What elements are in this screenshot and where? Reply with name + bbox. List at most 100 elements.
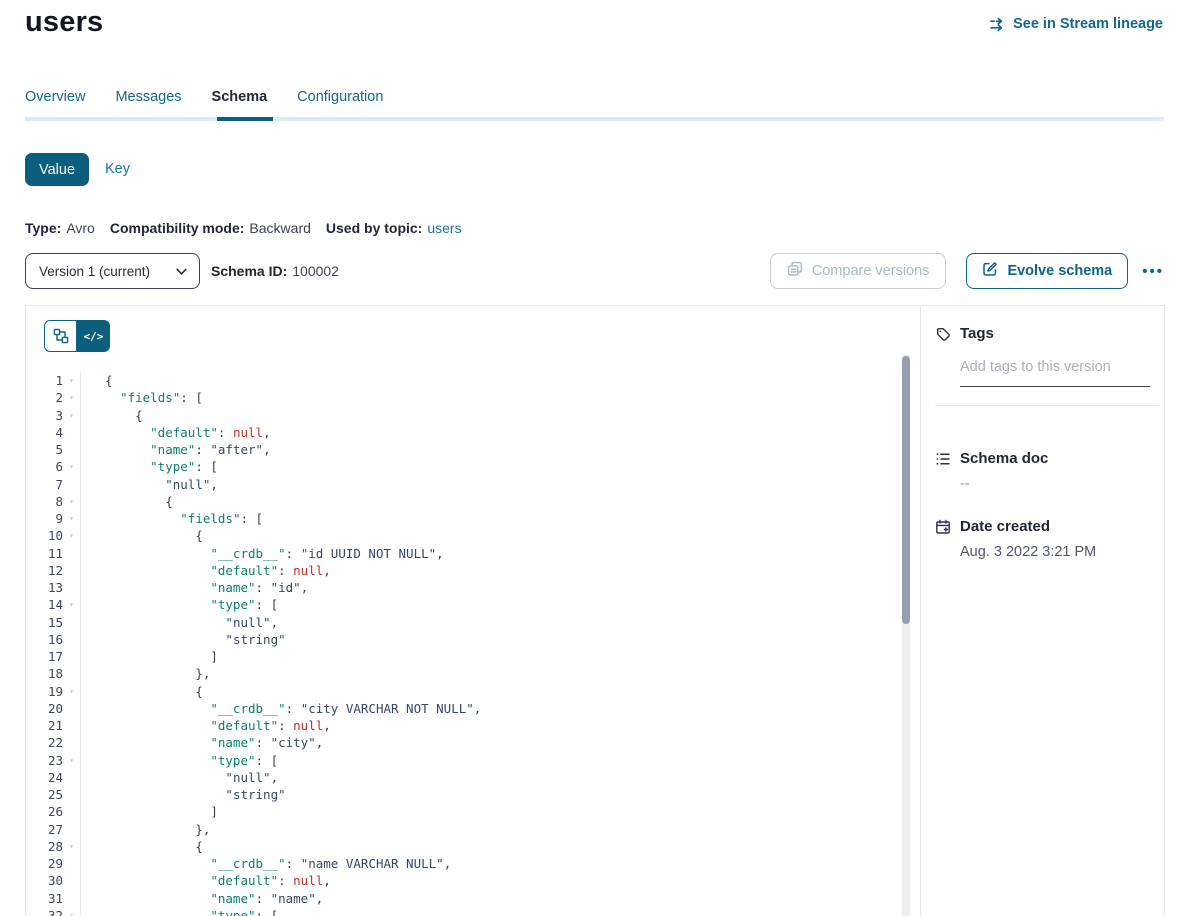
date-created-value: Aug. 3 2022 3:21 PM: [960, 544, 1159, 560]
code-text: {: [80, 407, 143, 424]
line-number: 23: [26, 752, 63, 769]
line-number: 25: [26, 786, 63, 803]
version-select[interactable]: Version 1 (current): [25, 253, 200, 289]
code-text: "type": [: [80, 596, 278, 613]
code-text: {: [80, 683, 203, 700]
code-line: 17 ]: [26, 648, 886, 665]
fold-caret-icon[interactable]: ▾: [63, 596, 80, 613]
fold-caret-empty: [63, 734, 80, 751]
tab-overview[interactable]: Overview: [25, 89, 85, 105]
line-number: 27: [26, 821, 63, 838]
code-line: 22 "name": "city",: [26, 734, 886, 751]
line-number: 30: [26, 872, 63, 889]
schema-id-value: 100002: [292, 263, 339, 279]
calendar-plus-icon: [935, 519, 951, 535]
fold-caret-empty: [63, 424, 80, 441]
code-line: 31 "name": "name",: [26, 890, 886, 907]
tags-input[interactable]: [960, 359, 1150, 375]
compare-versions-icon: [787, 261, 803, 281]
tab-configuration[interactable]: Configuration: [297, 89, 383, 105]
code-line: 11 "__crdb__": "id UUID NOT NULL",: [26, 545, 886, 562]
fold-caret-icon[interactable]: ▾: [63, 389, 80, 406]
code-text: "default": null,: [80, 717, 331, 734]
tree-view-button[interactable]: [44, 320, 77, 352]
fold-caret-icon[interactable]: ▾: [63, 907, 80, 916]
fold-caret-icon[interactable]: ▾: [63, 458, 80, 475]
code-view-icon: </>: [84, 330, 104, 343]
fold-caret-empty: [63, 700, 80, 717]
code-text: "string": [80, 786, 286, 803]
line-number: 17: [26, 648, 63, 665]
line-number: 28: [26, 838, 63, 855]
key-toggle-link[interactable]: Key: [105, 153, 130, 186]
tab-messages[interactable]: Messages: [115, 89, 181, 105]
code-line: 6▾ "type": [: [26, 458, 886, 475]
schema-doc-section: Schema doc --: [935, 450, 1159, 492]
code-line: 2▾ "fields": [: [26, 389, 886, 406]
code-line: 5 "name": "after",: [26, 441, 886, 458]
date-created-heading-row: Date created: [935, 518, 1159, 535]
view-mode-toggle: </>: [44, 320, 110, 352]
fold-caret-icon[interactable]: ▾: [63, 493, 80, 510]
fold-caret-empty: [63, 665, 80, 682]
used-by-topic-link[interactable]: users: [427, 220, 461, 236]
fold-caret-icon[interactable]: ▾: [63, 752, 80, 769]
code-text: "type": [: [80, 458, 218, 475]
line-number: 24: [26, 769, 63, 786]
line-number: 10: [26, 527, 63, 544]
code-line: 32▾ "type": [: [26, 907, 886, 916]
code-text: {: [80, 527, 203, 544]
line-number: 14: [26, 596, 63, 613]
fold-caret-icon[interactable]: ▾: [63, 527, 80, 544]
tab-schema[interactable]: Schema: [212, 89, 268, 105]
tags-heading-row: Tags: [935, 325, 1159, 342]
code-text: "__crdb__": "name VARCHAR NULL",: [80, 855, 451, 872]
type-label: Type:: [25, 220, 61, 236]
fold-caret-empty: [63, 562, 80, 579]
code-text: "default": null,: [80, 562, 331, 579]
code-line: 19▾ {: [26, 683, 886, 700]
evolve-schema-icon: [982, 261, 998, 281]
fold-caret-icon[interactable]: ▾: [63, 838, 80, 855]
schema-content-panel: </> 1▾{2▾ "fields": [3▾ {4 "default": nu…: [25, 305, 1165, 916]
fold-caret-icon[interactable]: ▾: [63, 683, 80, 700]
stream-lineage-label: See in Stream lineage: [1013, 16, 1163, 32]
code-text: "type": [: [80, 907, 278, 916]
code-line: 14▾ "type": [: [26, 596, 886, 613]
value-toggle-button[interactable]: Value: [25, 153, 89, 186]
stream-lineage-link[interactable]: See in Stream lineage: [989, 16, 1163, 32]
line-number: 18: [26, 665, 63, 682]
code-line: 3▾ {: [26, 407, 886, 424]
code-text: "fields": [: [80, 510, 263, 527]
compare-versions-button[interactable]: Compare versions: [770, 253, 947, 289]
code-line: 9▾ "fields": [: [26, 510, 886, 527]
code-text: "null",: [80, 614, 278, 631]
line-number: 20: [26, 700, 63, 717]
line-number: 3: [26, 407, 63, 424]
code-line: 28▾ {: [26, 838, 886, 855]
compatibility-label: Compatibility mode:: [110, 220, 245, 236]
tab-bar: Overview Messages Schema Configuration: [25, 89, 383, 105]
line-number: 29: [26, 855, 63, 872]
schema-sidebar: Tags Schema doc --: [921, 306, 1164, 916]
line-number: 32: [26, 907, 63, 916]
code-text: ]: [80, 803, 218, 820]
more-actions-button[interactable]: •••: [1142, 263, 1164, 280]
code-line: 27 },: [26, 821, 886, 838]
fold-caret-icon[interactable]: ▾: [63, 407, 80, 424]
fold-caret-icon[interactable]: ▾: [63, 372, 80, 389]
double-arrow-right-icon: [989, 17, 1006, 32]
evolve-schema-button[interactable]: Evolve schema: [966, 253, 1128, 289]
code-text: "default": null,: [80, 424, 271, 441]
tags-input-wrap: [960, 358, 1150, 387]
code-scrollbar-thumb[interactable]: [902, 356, 910, 624]
list-icon: [935, 451, 951, 467]
line-number: 2: [26, 389, 63, 406]
line-number: 19: [26, 683, 63, 700]
code-view-button[interactable]: </>: [77, 320, 110, 352]
version-select-value: Version 1 (current): [39, 264, 150, 279]
code-scrollbar-track[interactable]: [902, 354, 910, 916]
line-number: 26: [26, 803, 63, 820]
fold-caret-empty: [63, 476, 80, 493]
fold-caret-icon[interactable]: ▾: [63, 510, 80, 527]
